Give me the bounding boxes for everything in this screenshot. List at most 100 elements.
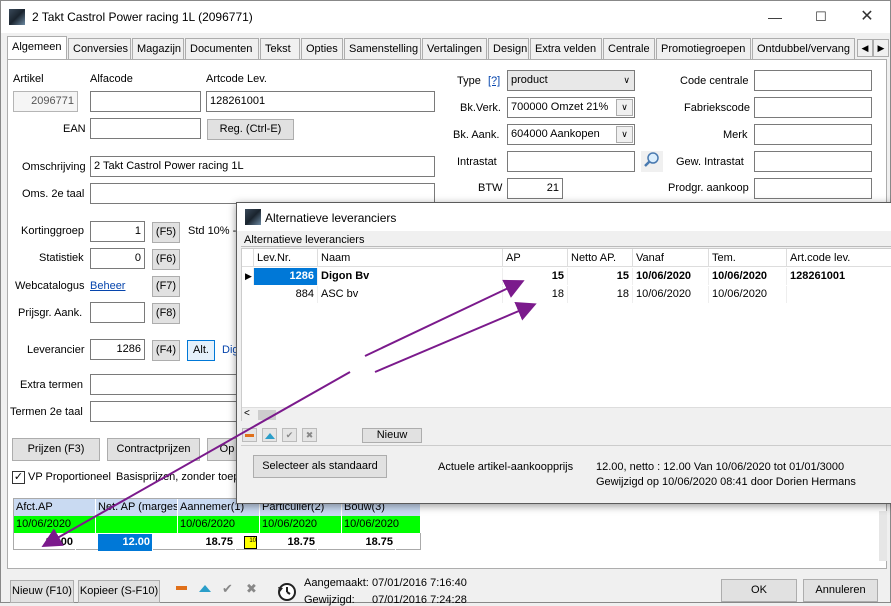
table-cell[interactable]: 18 — [568, 286, 633, 303]
table-cell[interactable]: 15 — [503, 268, 568, 285]
col-header[interactable]: Netto AP. — [568, 249, 633, 267]
minus-icon[interactable] — [242, 428, 257, 442]
tab-conversies[interactable]: Conversies — [68, 38, 131, 59]
table-cell[interactable]: 15 — [568, 268, 633, 285]
statistiek-field[interactable]: 0 — [90, 248, 145, 269]
gew-intrastat-field[interactable] — [754, 151, 872, 172]
table-cell[interactable]: 10/06/2020 — [633, 268, 709, 285]
price-value[interactable]: 12.00 — [14, 534, 76, 551]
leverancier-field[interactable]: 1286 — [90, 339, 145, 360]
col-header[interactable]: AP — [503, 249, 568, 267]
fabriekscode-field[interactable] — [754, 97, 872, 118]
history-icon[interactable] — [276, 581, 298, 603]
tab-documenten[interactable]: Documenten — [185, 38, 259, 59]
prijsgr-field[interactable] — [90, 302, 145, 323]
tab-promotiegroepen[interactable]: Promotiegroepen — [656, 38, 751, 59]
price-value-selected[interactable]: 12.00 — [98, 534, 153, 551]
type-select[interactable]: product ∨ — [507, 70, 635, 91]
tab-ontdubbel[interactable]: Ontdubbel/vervang — [752, 38, 855, 59]
prodgr-field[interactable] — [754, 178, 872, 199]
code-centrale-field[interactable] — [754, 70, 872, 91]
ok-button[interactable]: OK — [721, 579, 797, 602]
table-cell[interactable]: 10/06/2020 — [633, 286, 709, 303]
f4-button[interactable]: (F4) — [152, 340, 180, 361]
reg-button[interactable]: Reg. (Ctrl-E) — [207, 119, 294, 140]
table-cell[interactable]: ASC bv — [318, 286, 503, 303]
tab-design[interactable]: Design — [488, 38, 529, 59]
table-cell[interactable]: 18 — [503, 286, 568, 303]
selecteer-standaard-button[interactable]: Selecteer als standaard — [253, 455, 387, 478]
horizontal-scrollbar[interactable]: < — [242, 407, 891, 421]
table-cell[interactable]: Digon Bv — [318, 268, 503, 285]
alfacode-field[interactable] — [90, 91, 201, 112]
col-header[interactable]: Naam — [318, 249, 503, 267]
nieuw-button[interactable]: Nieuw (F10) — [10, 580, 74, 603]
kopieer-button[interactable]: Kopieer (S-F10) — [78, 580, 160, 603]
omschrijving-field[interactable]: 2 Takt Castrol Power racing 1L — [90, 156, 435, 177]
table-cell[interactable]: 1286 — [254, 268, 318, 285]
scroll-thumb[interactable] — [258, 410, 276, 420]
col-header[interactable]: Tem. — [709, 249, 787, 267]
table-cell[interactable]: 10/06/2020 — [709, 286, 787, 303]
search-icon[interactable] — [641, 151, 663, 172]
f8-button[interactable]: (F8) — [152, 303, 180, 324]
price-value[interactable]: 18.75 — [342, 534, 396, 551]
type-help-link[interactable]: [?] — [488, 75, 500, 87]
vp-proportioneel-checkbox[interactable]: ✓ — [12, 471, 25, 484]
tab-scroll-left-icon[interactable]: ◀ — [857, 39, 873, 57]
check-icon[interactable]: ✔ — [222, 581, 233, 597]
merk-field[interactable] — [754, 124, 872, 145]
termen2-field[interactable] — [90, 401, 240, 422]
price-value[interactable]: 18.75 — [178, 534, 236, 551]
check-icon[interactable]: ✔ — [282, 428, 297, 442]
nieuw-alt-button[interactable]: Nieuw — [362, 428, 422, 443]
oms2-field[interactable] — [90, 183, 435, 204]
table-cell[interactable]: 10/06/2020 — [709, 268, 787, 285]
minimize-icon[interactable]: — — [752, 1, 798, 33]
tab-opties[interactable]: Opties — [301, 38, 343, 59]
table-cell[interactable]: 128261001 — [787, 268, 891, 285]
beheer-link[interactable]: Beheer — [90, 280, 125, 292]
scrollbar[interactable] — [879, 511, 887, 561]
maximize-icon[interactable]: ☐ — [798, 1, 844, 33]
col-header[interactable]: Art.code lev. — [787, 249, 891, 267]
price-value[interactable]: 18.75 — [260, 534, 318, 551]
price-grid: Afct.AP Net. AP (marges) Aannemer(1) Par… — [13, 498, 421, 551]
cancel-icon[interactable]: ✖ — [302, 428, 317, 442]
artikel-field[interactable]: 2096771 — [13, 91, 78, 112]
scroll-left-icon[interactable]: < — [244, 408, 250, 419]
annuleren-button[interactable]: Annuleren — [803, 579, 878, 602]
arrow-up-icon[interactable] — [199, 585, 211, 592]
contractprijzen-button[interactable]: Contractprijzen — [107, 438, 200, 461]
tab-algemeen[interactable]: Algemeen — [7, 36, 67, 59]
table-cell[interactable]: 884 — [254, 286, 318, 303]
gew-intrastat-label: Gew. Intrastat — [676, 156, 744, 168]
cancel-icon[interactable]: ✖ — [246, 581, 257, 597]
tab-scroll-right-icon[interactable]: ▶ — [873, 39, 889, 57]
f5-button[interactable]: (F5) — [152, 222, 180, 243]
arrow-up-icon[interactable] — [262, 428, 277, 442]
tab-samenstelling[interactable]: Samenstelling — [344, 38, 421, 59]
col-header[interactable]: Lev.Nr. — [254, 249, 318, 267]
alt-button[interactable]: Alt. — [187, 340, 215, 361]
table-cell[interactable] — [787, 286, 891, 303]
close-icon[interactable]: ✕ — [844, 1, 890, 33]
intrastat-field[interactable] — [507, 151, 635, 172]
bkverk-select[interactable]: 700000 Omzet 21% ∨ — [507, 97, 635, 118]
kortinggroep-field[interactable]: 1 — [90, 221, 145, 242]
bkaank-select[interactable]: 604000 Aankopen ∨ — [507, 124, 635, 145]
prijzen-button[interactable]: Prijzen (F3) — [12, 438, 100, 461]
artcode-field[interactable]: 128261001 — [206, 91, 435, 112]
tab-vertalingen[interactable]: Vertalingen — [422, 38, 487, 59]
minus-icon[interactable] — [176, 586, 187, 590]
ean-field[interactable] — [90, 118, 201, 139]
col-header[interactable]: Vanaf — [633, 249, 709, 267]
tab-centrale[interactable]: Centrale — [603, 38, 655, 59]
extra-termen-field[interactable] — [90, 374, 240, 395]
tab-extra-velden[interactable]: Extra velden — [530, 38, 602, 59]
btw-field[interactable]: 21 — [507, 178, 563, 199]
f6-button[interactable]: (F6) — [152, 249, 180, 270]
f7-button[interactable]: (F7) — [152, 276, 180, 297]
tab-tekst[interactable]: Tekst — [260, 38, 300, 59]
tab-magazijn[interactable]: Magazijn — [132, 38, 184, 59]
